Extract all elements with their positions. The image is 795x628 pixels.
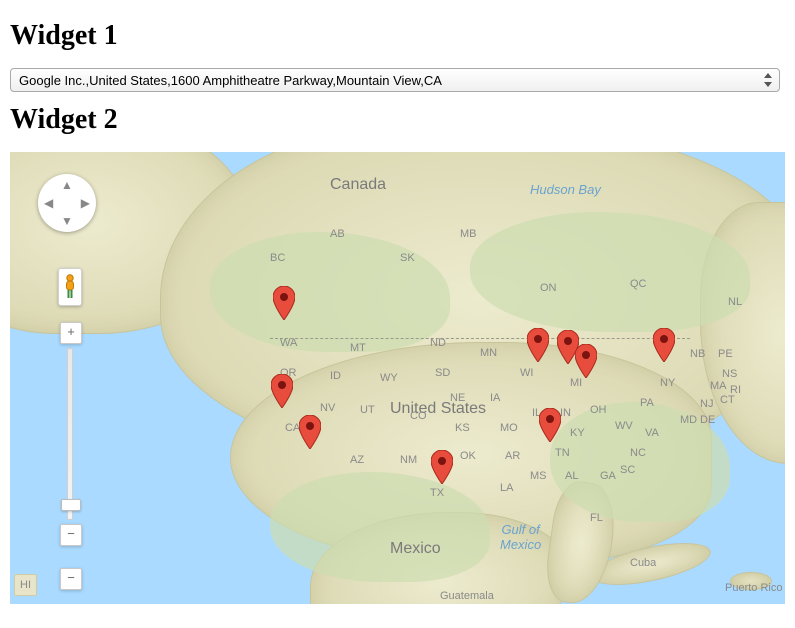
state-ms: MS [530,470,547,482]
label-canada: Canada [330,176,386,194]
zoom-in-button[interactable]: + [60,322,82,344]
state-ma: MA [710,380,727,392]
state-pa: PA [640,397,654,409]
map[interactable]: Canada Hudson Bay United States Mexico G… [10,152,785,604]
location-select-value: Google Inc.,United States,1600 Amphithea… [19,73,442,88]
pan-left-icon[interactable]: ◀ [44,197,53,209]
widget1-title: Widget 1 [10,20,785,52]
state-ca: CA [285,422,300,434]
state-tx: TX [430,487,444,499]
state-in: IN [560,407,571,419]
state-nc: NC [630,447,646,459]
state-mt: MT [350,342,366,354]
zoom-world-button[interactable]: − [60,568,82,590]
state-va: VA [645,427,659,439]
state-az: AZ [350,454,364,466]
pan-down-icon[interactable]: ▼ [61,215,73,227]
select-caret-icon [763,72,773,88]
province-bc: BC [270,252,285,264]
state-ny: NY [660,377,675,389]
marker-ny[interactable] [653,328,675,362]
state-al: AL [565,470,578,482]
state-ok: OK [460,450,476,462]
label-guat: Guatemala [440,590,494,602]
province-nl: NL [728,296,742,308]
state-wv: WV [615,420,633,432]
province-mb: MB [460,228,477,240]
label-pr: Puerto Rico [725,582,782,594]
state-tn: TN [555,447,570,459]
state-mi: MI [570,377,582,389]
state-ia: IA [490,392,500,404]
marker-mi-2[interactable] [575,344,597,378]
label-hudson: Hudson Bay [530,182,601,197]
label-mexico: Mexico [390,540,441,558]
state-ky: KY [570,427,585,439]
marker-ca-south[interactable] [299,415,321,449]
province-qc: QC [630,278,647,290]
state-fl: FL [590,512,603,524]
label-gulf: Gulf ofMexico [500,522,541,552]
zoom-slider[interactable] [67,348,73,520]
pegman-icon[interactable] [58,268,82,306]
marker-wi[interactable] [527,328,549,362]
state-wi: WI [520,367,533,379]
state-ri: RI [730,384,741,396]
state-id: ID [330,370,341,382]
state-sc: SC [620,464,635,476]
province-pe: PE [718,348,733,360]
state-ne: NE [450,392,465,404]
state-mo: MO [500,422,518,434]
tile-hawaii: HI [14,574,37,596]
state-ga: GA [600,470,616,482]
state-la: LA [500,482,513,494]
province-ab: AB [330,228,345,240]
label-cuba: Cuba [630,557,656,569]
zoom-out-button[interactable]: − [60,524,82,546]
state-md: MD [680,414,697,426]
state-ut: UT [360,404,375,416]
state-wa: WA [280,337,297,349]
marker-tx[interactable] [431,450,453,484]
state-ks: KS [455,422,470,434]
state-mn: MN [480,347,497,359]
pan-up-icon[interactable]: ▲ [61,179,73,191]
state-ar: AR [505,450,520,462]
province-nb: NB [690,348,705,360]
state-nv: NV [320,402,335,414]
state-wy: WY [380,372,398,384]
label-usa: United States [390,400,486,418]
state-nj: NJ [700,398,713,410]
state-co: CO [410,410,427,422]
state-nd: ND [430,337,446,349]
zoom-thumb[interactable] [61,499,81,511]
zoom-control: + − − [60,322,80,590]
province-on: ON [540,282,557,294]
widget2-title: Widget 2 [10,104,785,136]
province-sk: SK [400,252,415,264]
marker-ca-north[interactable] [271,374,293,408]
location-select[interactable]: Google Inc.,United States,1600 Amphithea… [10,68,780,92]
pan-control[interactable]: ▲ ▼ ◀ ▶ [38,174,96,232]
pan-right-icon[interactable]: ▶ [81,197,90,209]
marker-wa[interactable] [273,286,295,320]
state-nm: NM [400,454,417,466]
state-sd: SD [435,367,450,379]
province-ns: NS [722,368,737,380]
state-oh: OH [590,404,607,416]
state-de: DE [700,414,715,426]
marker-tn[interactable] [539,408,561,442]
